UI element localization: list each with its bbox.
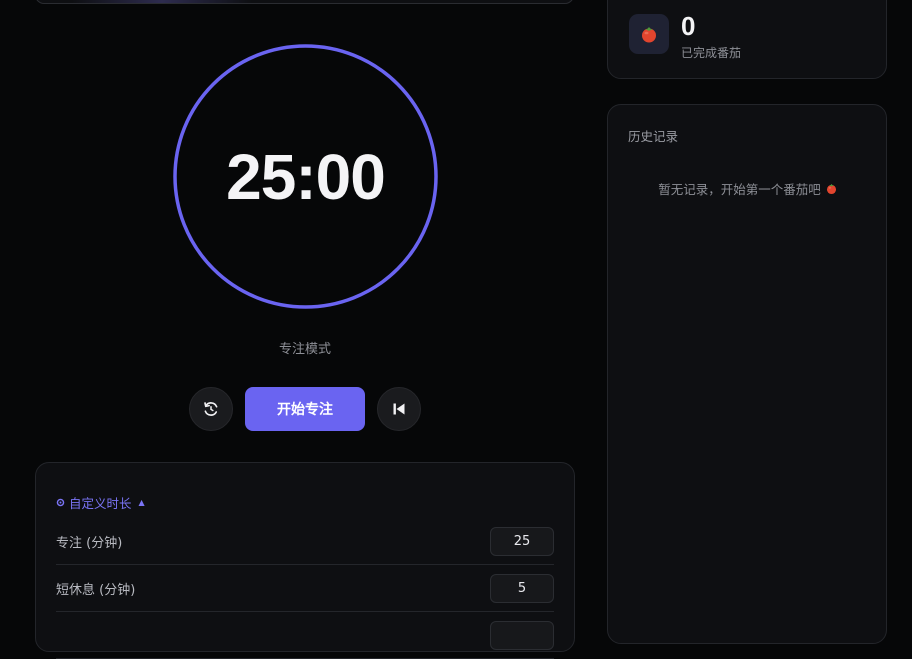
short-break-minutes-input[interactable] xyxy=(490,574,554,603)
completed-count: 0 xyxy=(681,11,696,41)
history-empty-text: 暂无记录，开始第一个番茄吧 xyxy=(658,182,821,197)
mode-tabs-card xyxy=(35,0,574,4)
caret-up-icon: ▲ xyxy=(138,498,145,507)
reset-button[interactable] xyxy=(189,387,233,431)
history-title: 历史记录 xyxy=(628,129,679,144)
long-break-minutes-input[interactable] xyxy=(490,621,554,650)
focus-minutes-label: 专注 (分钟) xyxy=(56,536,123,551)
reset-icon xyxy=(204,402,218,416)
history-empty-state: 暂无记录，开始第一个番茄吧 xyxy=(608,179,888,198)
tomato-icon xyxy=(642,27,656,43)
setting-row-short-break: 短休息 (分钟) xyxy=(56,566,554,612)
history-card: 历史记录 暂无记录，开始第一个番茄吧 xyxy=(607,104,887,644)
start-focus-button[interactable]: 开始专注 xyxy=(245,387,365,431)
custom-duration-card: 自定义时长 ▲ 专注 (分钟) 短休息 (分钟) xyxy=(35,462,575,659)
custom-duration-toggle[interactable]: 自定义时长 ▲ xyxy=(56,493,145,512)
tomato-icon xyxy=(826,183,836,195)
mode-label: 专注模式 xyxy=(278,342,331,357)
short-break-minutes-label: 短休息 (分钟) xyxy=(56,583,136,598)
timer-display: 25:00 xyxy=(226,140,386,213)
timer-ring: 25:00 xyxy=(173,44,438,309)
custom-duration-label: 自定义时长 xyxy=(69,496,132,511)
completed-stats-card: 0 已完成番茄 xyxy=(607,0,887,79)
timer-controls: 开始专注 xyxy=(189,387,421,431)
active-tab-highlight[interactable] xyxy=(72,0,252,3)
skip-button[interactable] xyxy=(377,387,421,431)
focus-minutes-input[interactable] xyxy=(490,527,554,556)
setting-row-focus: 专注 (分钟) xyxy=(56,519,554,565)
setting-row-long-break xyxy=(56,613,554,659)
completed-label: 已完成番茄 xyxy=(681,46,742,60)
gear-icon xyxy=(56,498,65,507)
tomato-badge xyxy=(629,14,669,54)
skip-back-icon xyxy=(393,403,405,415)
